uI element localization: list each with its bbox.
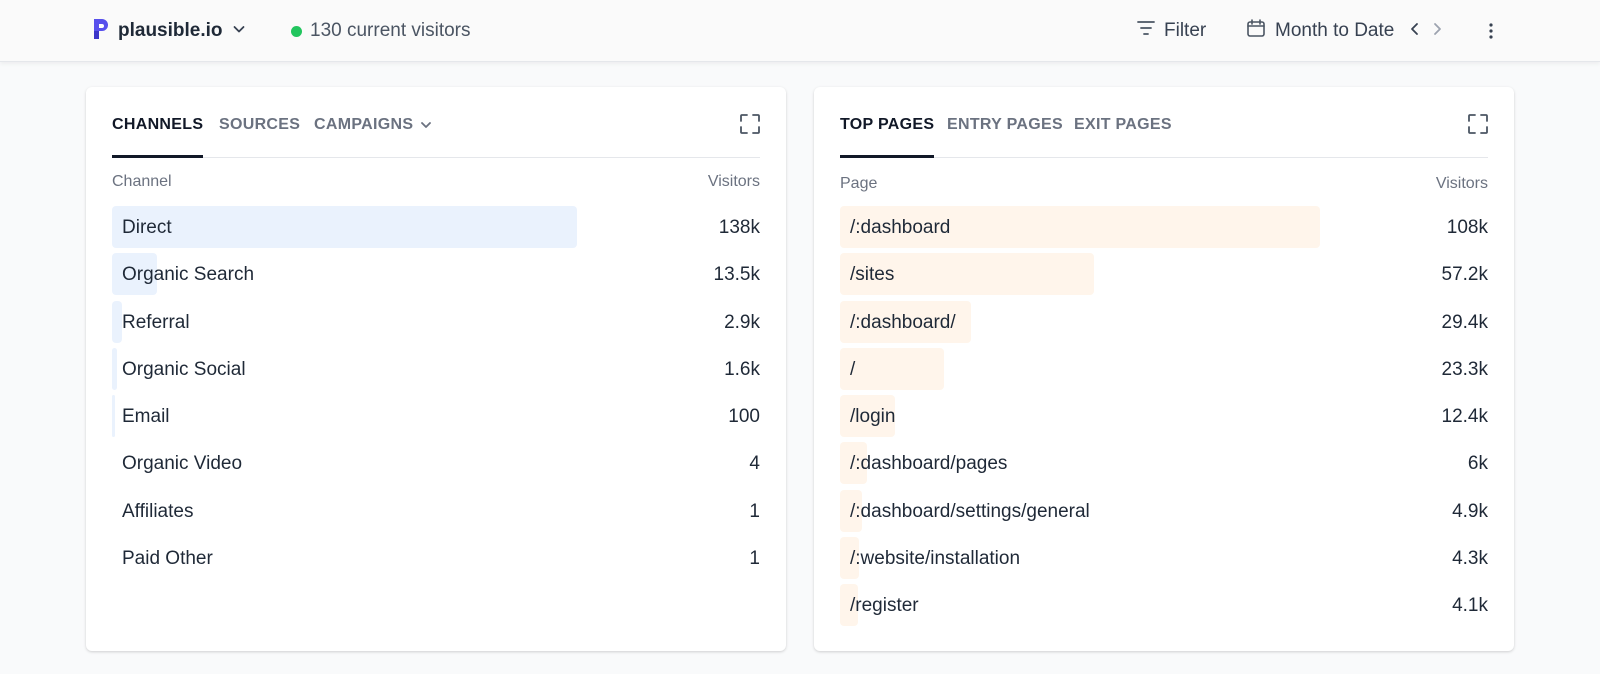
row-bar (840, 347, 944, 390)
row-value: 1.6k (724, 358, 760, 380)
table-row[interactable]: Affiliates 1 (112, 488, 760, 535)
row-label[interactable]: Paid Other (122, 535, 213, 582)
row-label[interactable]: /:dashboard/pages (850, 440, 1007, 487)
row-label[interactable]: /sites (850, 251, 894, 298)
table-row[interactable]: /:website/installation 4.3k (840, 535, 1488, 582)
column-header-channel: Channel (112, 173, 172, 190)
row-value: 4.9k (1452, 500, 1488, 522)
tab-campaigns[interactable]: CAMPAIGNS (314, 116, 433, 158)
period-label: Month to Date (1275, 20, 1395, 41)
row-label[interactable]: /:website/installation (850, 535, 1020, 582)
tab-exit-pages-label: EXIT PAGES (1074, 116, 1172, 133)
table-row[interactable]: /:dashboard 108k (840, 204, 1488, 251)
filter-icon (1136, 18, 1156, 44)
table-row[interactable]: /register 4.1k (840, 582, 1488, 629)
table-row[interactable]: /:dashboard/pages 6k (840, 440, 1488, 487)
row-label[interactable]: /login (850, 393, 895, 440)
row-value: 6k (1467, 453, 1488, 475)
chevron-right-icon[interactable] (1430, 22, 1444, 41)
site-switcher[interactable]: plausible.io (92, 18, 247, 44)
tab-sources[interactable]: SOURCES (219, 116, 300, 158)
row-value: 57.2k (1441, 264, 1488, 286)
tab-entry-pages-label: ENTRY PAGES (947, 116, 1063, 133)
tab-top-pages[interactable]: TOP PAGES (840, 116, 935, 158)
table-row[interactable]: / 23.3k (840, 346, 1488, 393)
row-value: 4 (749, 453, 760, 475)
table-row[interactable]: Email 100 (112, 393, 760, 440)
row-label[interactable]: /register (850, 582, 919, 629)
table-row[interactable]: Direct 138k (112, 204, 760, 251)
channels-list: Direct 138k Organic Search 13.5k Referral 2.9… (112, 204, 760, 582)
column-header-page: Page (840, 175, 878, 192)
tab-entry-pages[interactable]: ENTRY PAGES (947, 116, 1063, 158)
pages-card: TOP PAGES ENTRY PAGES EXIT PAGES Page Vi… (814, 87, 1514, 651)
channels-card: CHANNELS SOURCES CAMPAIGNS Channel Visit… (86, 87, 786, 651)
tab-exit-pages[interactable]: EXIT PAGES (1074, 116, 1172, 158)
row-value: 4.3k (1452, 548, 1488, 570)
top-bar: plausible.io 130 current visitors Filter… (0, 0, 1600, 62)
row-value: 138k (718, 217, 760, 238)
period-picker[interactable]: Month to Date (1246, 18, 1394, 44)
row-value: 2.9k (724, 311, 760, 333)
table-row[interactable]: /:dashboard/29.4k (840, 299, 1488, 346)
table-row[interactable]: /login 12.4k (840, 393, 1488, 440)
row-value: 29.4k (1441, 311, 1488, 333)
row-value: 1 (749, 548, 760, 570)
table-row[interactable]: Organic Video 4 (112, 440, 760, 487)
live-dot-icon (291, 25, 302, 37)
table-row[interactable]: Organic Search 13.5k (112, 251, 760, 298)
row-label[interactable]: /:dashboard (850, 204, 950, 251)
column-header-visitors: Visitors (1435, 175, 1488, 192)
column-header-visitors: Visitors (707, 173, 760, 190)
chevron-down-icon (231, 21, 247, 42)
calendar-icon (1246, 18, 1266, 44)
more-options-icon[interactable] (1480, 18, 1502, 44)
tab-top-pages-label: TOP PAGES (840, 116, 935, 133)
pages-list: /:dashboard 108k/sites 57.2k /:dashboard/29… (840, 204, 1488, 630)
site-name: plausible.io (118, 20, 223, 41)
row-value: 13.5k (713, 264, 760, 286)
channels-tabs: CHANNELS SOURCES CAMPAIGNS (112, 87, 760, 158)
tab-sources-label: SOURCES (219, 116, 301, 133)
row-label[interactable]: Referral (122, 299, 190, 346)
filter-button[interactable]: Filter (1136, 18, 1206, 44)
row-label[interactable]: /:dashboard/settings/general (850, 488, 1090, 535)
row-value: 1 (749, 500, 760, 522)
tab-channels-label: CHANNELS (112, 116, 204, 133)
expand-icon[interactable] (740, 114, 760, 134)
row-bar (112, 395, 115, 438)
row-label[interactable]: /:dashboard/ (850, 299, 956, 346)
table-row[interactable]: /sites 57.2k (840, 251, 1488, 298)
chevron-down-icon (419, 118, 433, 137)
current-visitors[interactable]: 130 current visitors (291, 18, 471, 44)
table-row[interactable]: Referral 2.9k (112, 299, 760, 346)
row-value: 23.3k (1441, 358, 1488, 380)
row-bar (112, 206, 577, 248)
row-label[interactable]: Organic Social (122, 346, 246, 393)
chevron-left-icon[interactable] (1408, 22, 1422, 41)
row-bar (112, 300, 122, 343)
tab-campaigns-label: CAMPAIGNS (314, 116, 414, 133)
expand-icon[interactable] (1468, 114, 1488, 134)
row-value: 100 (728, 406, 760, 428)
table-row[interactable]: /:dashboard/settings/general 4.9k (840, 488, 1488, 535)
row-value: 4.1k (1452, 595, 1488, 617)
row-label[interactable]: Email (122, 393, 170, 440)
tab-channels[interactable]: CHANNELS (112, 116, 204, 158)
current-visitors-label: 130 current visitors (310, 20, 471, 41)
row-value: 12.4k (1441, 406, 1488, 428)
row-label[interactable]: Affiliates (122, 488, 193, 535)
row-label[interactable]: Organic Video (122, 440, 242, 487)
period-navigation (1408, 18, 1444, 44)
filter-label: Filter (1164, 20, 1207, 41)
row-label[interactable]: Direct (122, 204, 172, 251)
row-value: 108k (1446, 217, 1488, 238)
row-bar (112, 347, 118, 390)
row-label[interactable]: / (850, 346, 855, 393)
plausible-logo-icon (92, 17, 110, 46)
row-label[interactable]: Organic Search (122, 251, 254, 298)
table-row[interactable]: Paid Other 1 (112, 535, 760, 582)
pages-tabs: TOP PAGES ENTRY PAGES EXIT PAGES (840, 87, 1488, 158)
table-row[interactable]: Organic Social 1.6k (112, 346, 760, 393)
